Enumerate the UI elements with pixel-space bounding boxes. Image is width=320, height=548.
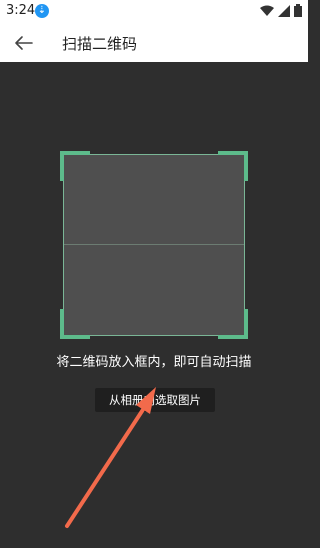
annotation-arrow [65,387,156,528]
